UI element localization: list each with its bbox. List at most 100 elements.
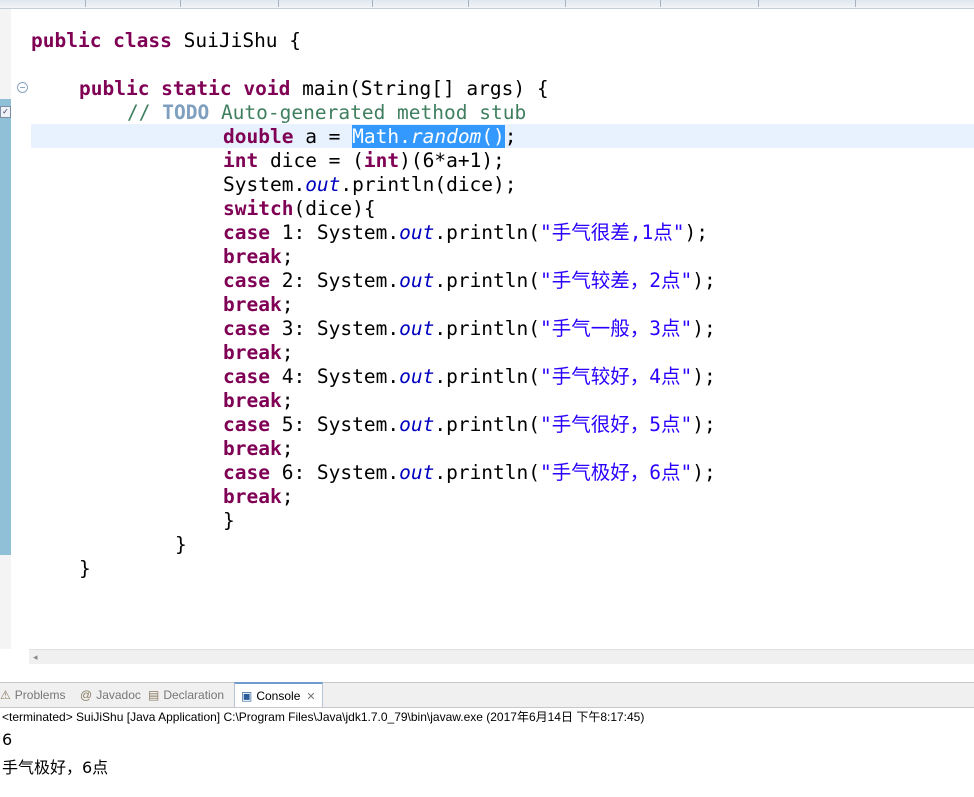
code-line-case: case 2: System.out.println("手气较差，2点"); [223, 269, 716, 293]
code-text: System. [223, 173, 306, 196]
code-text: .println( [434, 269, 541, 292]
keyword: case [223, 413, 270, 436]
code-line-case: case 6: System.out.println("手气极好，6点"); [223, 461, 716, 485]
tab-divider [180, 0, 181, 7]
code-line-close-class: } [79, 557, 91, 580]
code-line-close-switch: } [223, 509, 235, 532]
code-text: ); [692, 269, 716, 292]
console-output-line: 6 [2, 730, 13, 749]
console-output-line: 手气极好，6点 [2, 758, 109, 777]
method-name: random [410, 125, 482, 148]
code-line-main: public static void main(String[] args) { [79, 77, 549, 101]
task-marker-icon[interactable]: ✓ [0, 106, 11, 118]
keyword: int [363, 149, 400, 172]
code-text: .println( [434, 365, 541, 388]
tab-label: Problems [14, 688, 66, 702]
panel-gap [0, 664, 974, 682]
keyword: public class [31, 29, 172, 52]
code-text: 5: System. [269, 413, 400, 436]
code-line-print: System.out.println(dice); [223, 173, 517, 197]
tab-label: Declaration [163, 688, 225, 702]
editor-tab-strip[interactable] [0, 0, 974, 9]
fold-minus-icon[interactable]: − [17, 82, 28, 93]
code-text: ; [281, 437, 294, 460]
tab-divider [372, 0, 373, 7]
static-field: out [399, 461, 435, 484]
tab-divider [758, 0, 759, 7]
tab-javadoc[interactable]: @ Javadoc [80, 683, 141, 707]
code-text: .println( [434, 317, 541, 340]
horizontal-scrollbar[interactable]: ◂ [29, 649, 974, 665]
keyword: case [223, 221, 270, 244]
tab-divider [278, 0, 279, 7]
tab-divider [468, 0, 469, 7]
code-text: ; [281, 245, 294, 268]
keyword: switch [223, 197, 294, 220]
tab-label: Javadoc [96, 688, 141, 702]
code-text: .println( [434, 461, 541, 484]
static-field: out [399, 221, 435, 244]
tab-divider [660, 0, 661, 7]
code-text: a = [293, 125, 353, 148]
keyword: case [223, 461, 270, 484]
keyword: break [223, 389, 282, 412]
comment: // [127, 101, 163, 124]
string-literal: "手气很差,1点" [540, 221, 685, 244]
code-line-case: case 1: System.out.println("手气很差,1点"); [223, 221, 708, 245]
code-line-case: case 4: System.out.println("手气较好，4点"); [223, 365, 716, 389]
string-literal: "手气很好，5点" [540, 413, 693, 436]
code-text: 2: System. [269, 269, 400, 292]
tab-console[interactable]: ▣ Console ✕ [234, 682, 323, 707]
code-text: ; [281, 389, 294, 412]
code-text: .println( [434, 413, 541, 436]
declaration-icon: ▤ [148, 688, 160, 702]
code-text: ); [684, 221, 708, 244]
code-text: 3: System. [269, 317, 400, 340]
static-field: out [399, 317, 435, 340]
selected-text[interactable]: Math.random() [352, 125, 505, 148]
keyword: case [223, 269, 270, 292]
tab-declaration[interactable]: ▤ Declaration [148, 683, 224, 707]
code-text: .println(dice); [340, 173, 517, 196]
string-literal: "手气较好，4点" [540, 365, 693, 388]
code-line-dice: int dice = (int)(6*a+1); [223, 149, 505, 173]
code-text: 6: System. [269, 461, 400, 484]
code-text: ; [281, 485, 294, 508]
tab-divider [565, 0, 566, 7]
keyword: public static void [79, 77, 291, 100]
keyword: double [223, 125, 294, 148]
code-editor[interactable]: ✓ − public class SuiJiShu { public stati… [0, 9, 974, 649]
code-line-close-main: } [175, 533, 187, 556]
code-text: SuiJiShu { [171, 29, 302, 52]
code-text-area[interactable]: public class SuiJiShu { public static vo… [29, 9, 974, 649]
view-tab-bar: ⚠ Problems @ Javadoc ▤ Declaration ▣ Console… [0, 682, 974, 708]
code-line-break: break; [223, 293, 293, 317]
tab-divider [855, 0, 856, 7]
code-text: (dice){ [293, 197, 376, 220]
tab-problems[interactable]: ⚠ Problems [0, 683, 65, 707]
static-field: out [305, 173, 341, 196]
code-line-break: break; [223, 437, 293, 461]
static-field: out [399, 269, 435, 292]
console-status-line: <terminated> SuiJiShu [Java Application]… [2, 710, 645, 724]
code-text: dice = ( [258, 149, 364, 172]
keyword: break [223, 341, 282, 364]
code-line-break: break; [223, 245, 293, 269]
code-line-random: double a = Math.random(); [223, 125, 517, 149]
code-text: main(String[] args) { [290, 77, 549, 100]
keyword: break [223, 293, 282, 316]
code-line-comment: // TODO Auto-generated method stub [127, 101, 526, 125]
folding-column [11, 9, 29, 649]
tab-label: Console [256, 689, 301, 703]
code-line-break: break; [223, 341, 293, 365]
scroll-left-icon[interactable]: ◂ [33, 652, 38, 663]
close-icon[interactable]: ✕ [306, 691, 315, 703]
keyword: int [223, 149, 259, 172]
string-literal: "手气较差，2点" [540, 269, 693, 292]
code-text: Math. [352, 125, 411, 148]
console-icon: ▣ [241, 689, 253, 703]
code-text: 1: System. [269, 221, 400, 244]
code-text: .println( [434, 221, 541, 244]
code-line-break: break; [223, 485, 293, 509]
keyword: case [223, 317, 270, 340]
